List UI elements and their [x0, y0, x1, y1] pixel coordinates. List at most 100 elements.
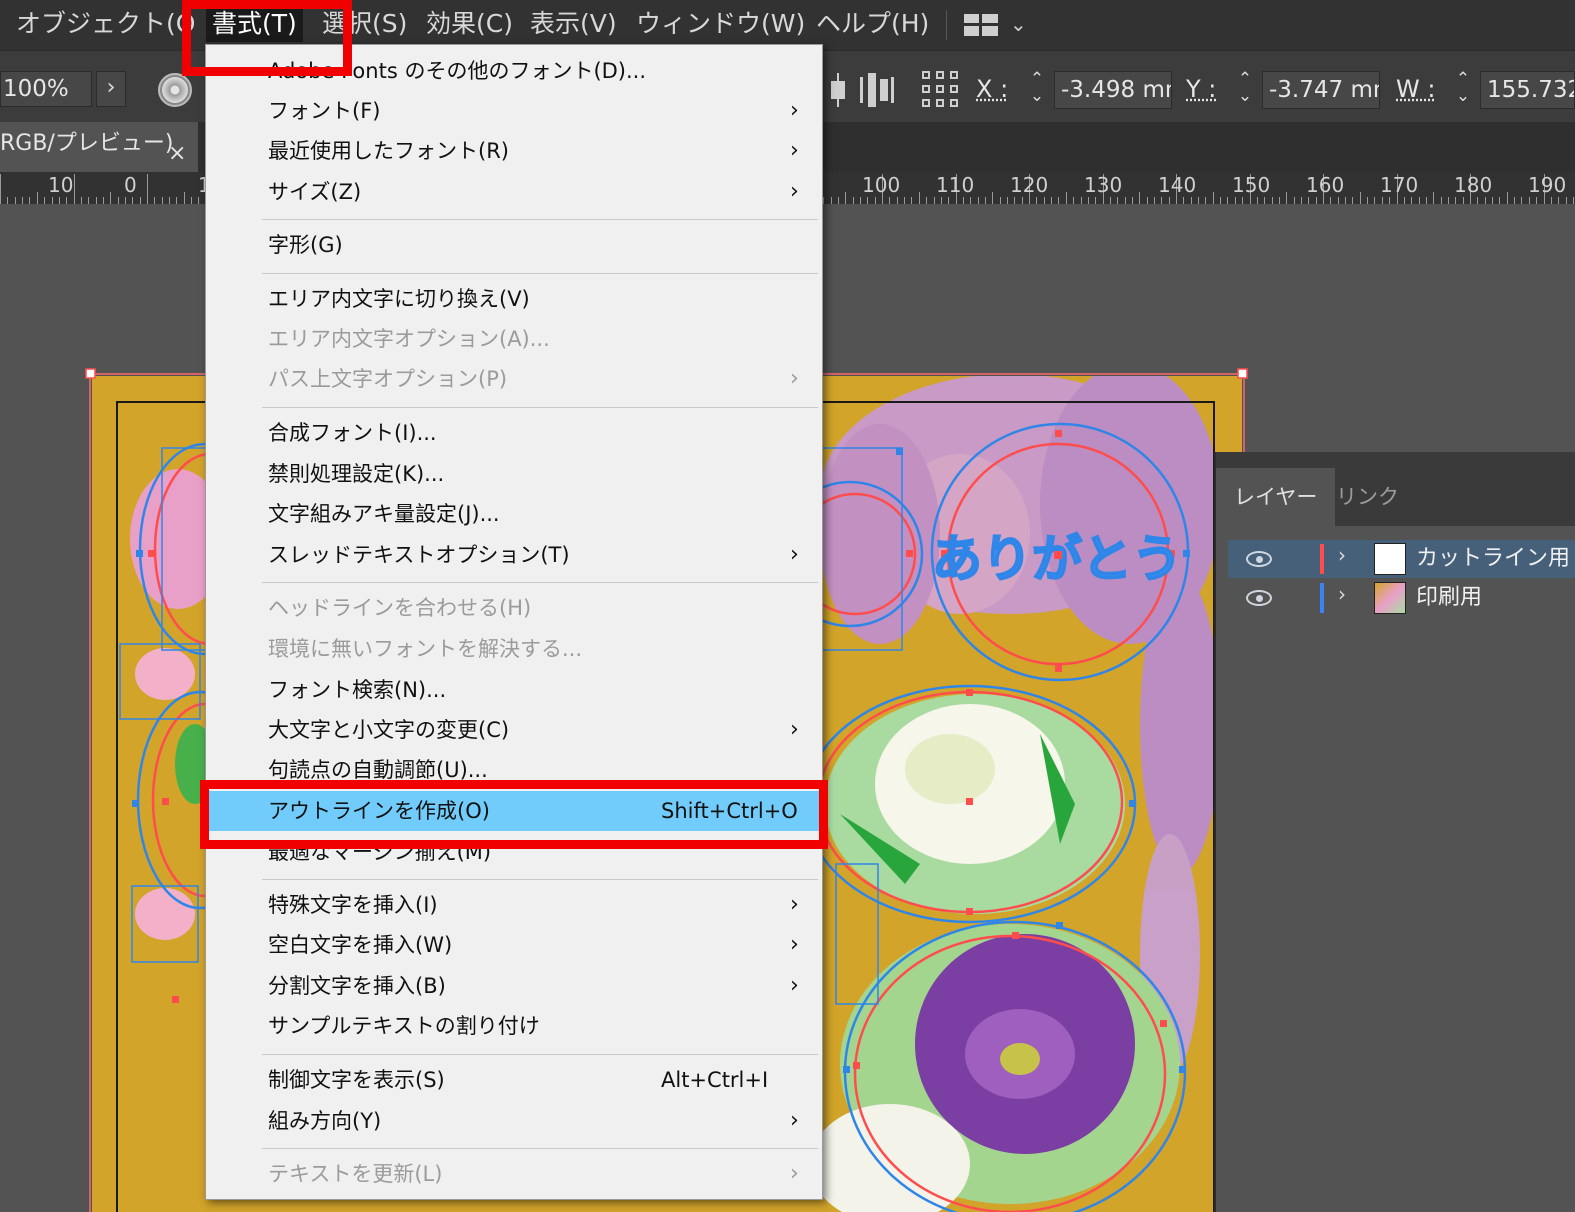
ruler-tick — [1418, 197, 1420, 204]
chevron-right-icon: › — [790, 542, 799, 567]
w-stepper[interactable]: ⌃ ⌄ — [1450, 71, 1476, 111]
menu-item[interactable]: 組み方向(Y) › — [206, 1101, 822, 1141]
ruler-tick — [1565, 197, 1567, 204]
zoom-field[interactable]: 100% — [0, 71, 92, 107]
menu-item[interactable]: フォント検索(N)... — [206, 670, 822, 710]
ruler-tick — [1051, 197, 1053, 204]
menu-item[interactable]: 特殊文字を挿入(I) › — [206, 885, 822, 925]
menu-item[interactable]: 空白文字を挿入(W) › — [206, 925, 822, 965]
layer-name[interactable]: カットライン用 — [1416, 543, 1570, 575]
ruler-tick — [1154, 197, 1155, 204]
ruler-tick — [14, 197, 16, 204]
menu-item[interactable]: 合成フォント(I)... — [206, 413, 822, 453]
x-field[interactable]: -3.498 mm — [1054, 71, 1172, 109]
menu-item[interactable]: 表示(V) — [524, 6, 623, 42]
anchor-point — [136, 550, 143, 557]
menu-item-label: 分割文字を挿入(B) — [268, 974, 446, 998]
menu-item-label: 大文字と小文字の変更(C) — [268, 718, 510, 742]
x-stepper[interactable]: ⌃ ⌄ — [1024, 71, 1050, 111]
layer-row[interactable]: › 印刷用 — [1228, 579, 1575, 617]
chevron-right-icon: › — [790, 973, 799, 998]
anchor-point — [906, 550, 913, 557]
eye-icon[interactable] — [1246, 551, 1272, 567]
menu-item[interactable]: サイズ(Z) › — [206, 172, 822, 212]
menu-item[interactable]: スレッドテキストオプション(T) › — [206, 535, 822, 575]
menu-item[interactable]: 文字組みアキ量設定(J)... — [206, 494, 822, 534]
text-anchor-point — [1054, 551, 1062, 559]
distribute-icon[interactable] — [860, 73, 894, 107]
ruler-tick — [962, 197, 964, 204]
ruler-tick — [1403, 197, 1405, 204]
ruler-tick — [1433, 192, 1435, 204]
reference-point-icon[interactable] — [922, 71, 960, 109]
menu-item[interactable]: ウィンドウ(W) — [630, 6, 811, 42]
ruler-tick — [22, 197, 23, 204]
tab-links[interactable]: リンク — [1318, 468, 1417, 526]
ruler-tick — [1212, 192, 1214, 204]
w-label: W : — [1396, 75, 1436, 103]
menu-item-label: 組み方向(Y) — [268, 1109, 382, 1133]
ruler-tick — [1572, 197, 1574, 204]
ruler-label: 170 — [1380, 173, 1419, 197]
menu-item[interactable]: 字形(G) — [206, 225, 822, 265]
menu-item: 環境に無いフォントを解決する... — [206, 629, 822, 669]
recolor-artwork-icon[interactable] — [158, 73, 192, 107]
x-label: X : — [976, 75, 1009, 103]
ruler-tick — [896, 197, 898, 204]
ruler-tick — [1256, 197, 1258, 204]
menu-item-label: サンプルテキストの割り付け — [268, 1014, 540, 1038]
ruler-tick — [1286, 192, 1288, 204]
ruler-tick — [44, 197, 46, 204]
ruler-tick — [1337, 197, 1339, 204]
ruler-tick — [1315, 197, 1317, 204]
ruler-tick — [1359, 192, 1361, 204]
chevron-right-icon[interactable]: › — [1338, 543, 1346, 567]
layer-name[interactable]: 印刷用 — [1416, 582, 1482, 614]
ruler-tick — [1264, 197, 1266, 204]
ruler-tick — [1043, 197, 1045, 204]
anchor-point — [1055, 665, 1062, 672]
menu-item[interactable]: オブジェクト(O — [10, 6, 201, 42]
menu-separator — [946, 10, 947, 40]
ruler-tick — [837, 197, 839, 204]
workspace-switcher[interactable]: ⌄ — [964, 12, 1034, 38]
menu-item[interactable]: 大文字と小文字の変更(C) › — [206, 710, 822, 750]
y-stepper[interactable]: ⌃ ⌄ — [1232, 71, 1258, 111]
menu-item[interactable]: エリア内文字に切り換え(V) — [206, 279, 822, 319]
align-vertical-center-icon[interactable] — [828, 73, 848, 107]
ruler-tick — [889, 197, 891, 204]
ruler-tick — [0, 174, 1, 204]
type-menu-dropdown: Adobe Fonts のその他のフォント(D)... フォント(F) › 最近使用し… — [205, 44, 823, 1200]
layer-color-swatch — [1320, 583, 1324, 613]
document-tab[interactable]: RGB/プレビュー) × — [0, 122, 198, 172]
menu-separator — [262, 879, 818, 880]
y-field[interactable]: -3.747 mm — [1262, 71, 1380, 109]
menu-item[interactable]: 最近使用したフォント(R) › — [206, 131, 822, 171]
ruler-tick — [970, 197, 972, 204]
menu-item[interactable]: ヘルプ(H) — [810, 6, 935, 42]
menu-item[interactable]: 効果(C) — [420, 6, 519, 42]
w-field[interactable]: 155.732 — [1480, 71, 1575, 109]
menu-item-label: 合成フォント(I)... — [268, 421, 437, 445]
ruler-tick — [977, 197, 979, 204]
ruler-tick — [1271, 197, 1273, 204]
ruler-tick — [88, 197, 90, 204]
ruler-tick — [1227, 197, 1229, 204]
menu-item[interactable]: フォント(F) › — [206, 91, 822, 131]
ruler-tick — [1506, 192, 1508, 204]
ruler-tick — [992, 192, 994, 204]
menu-item[interactable]: 禁則処理設定(K)... — [206, 454, 822, 494]
close-icon[interactable]: × — [168, 132, 186, 176]
ruler-tick — [1168, 197, 1170, 204]
menu-item[interactable]: 制御文字を表示(S) Alt+Ctrl+I — [206, 1060, 822, 1100]
chevron-right-icon[interactable]: › — [1338, 582, 1346, 606]
zoom-menu-button[interactable]: › — [96, 71, 126, 107]
menu-item[interactable]: サンプルテキストの割り付け — [206, 1006, 822, 1046]
menu-item-label: 字形(G) — [268, 233, 343, 257]
layer-row[interactable]: › カットライン用 — [1228, 540, 1575, 578]
menu-item[interactable]: 分割文字を挿入(B) › — [206, 966, 822, 1006]
eye-icon[interactable] — [1246, 590, 1272, 606]
ruler-label: 160 — [1306, 173, 1345, 197]
ruler-tick — [183, 192, 185, 204]
layers-panel: レイヤー リンク › カットライン用 › 印刷用 — [1214, 452, 1575, 1212]
